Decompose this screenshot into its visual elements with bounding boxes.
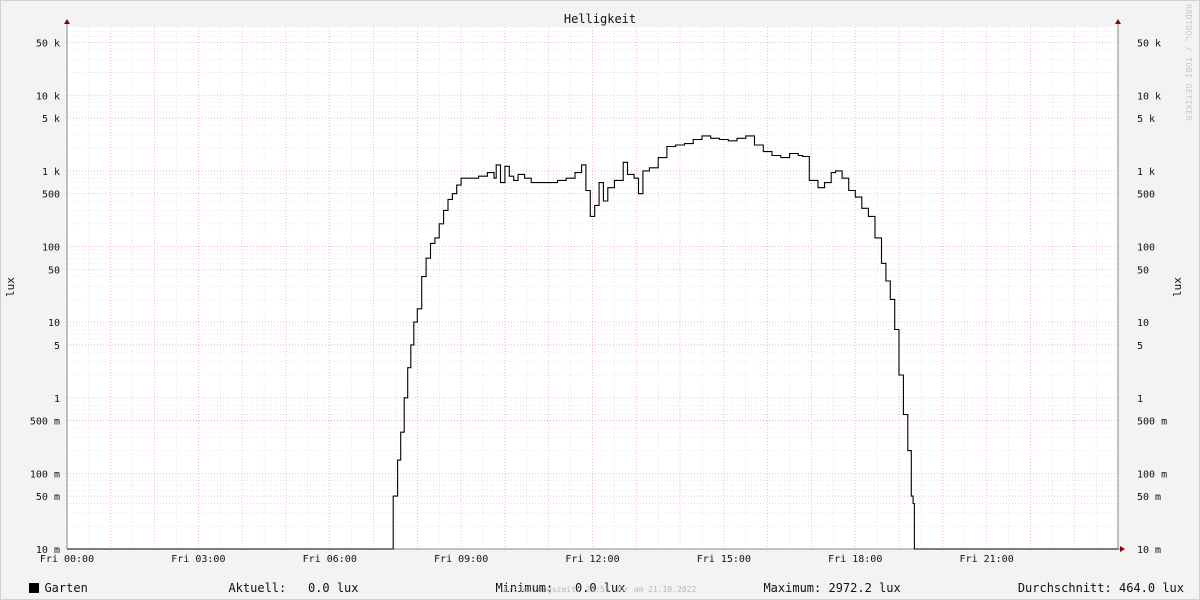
- y-tick-label-left: 10 k: [36, 91, 60, 102]
- y-tick-label-right: 500: [1137, 190, 1155, 201]
- y-tick-label-right: 1 k: [1137, 167, 1155, 178]
- y-tick-label-left: 100: [42, 243, 60, 254]
- y-tick-label-left: 50 k: [36, 38, 60, 49]
- y-tick-label-left: 50: [48, 265, 60, 276]
- x-axis-arrow: [1120, 546, 1125, 552]
- y-tick-label-left: 1 k: [42, 167, 60, 178]
- x-tick-label: Fri 18:00: [828, 554, 882, 565]
- y-axis-arrow-left: [64, 19, 70, 24]
- y-tick-label-right: 50 k: [1137, 38, 1161, 49]
- y-tick-label-right: 1: [1137, 394, 1143, 405]
- y-tick-label-right: 500 m: [1137, 417, 1167, 428]
- y-tick-label-left: 50 m: [36, 492, 60, 503]
- y-tick-label-right: 50: [1137, 265, 1149, 276]
- watermark: RRDTOOL / TOBI OETIKER: [1184, 4, 1193, 121]
- x-tick-label: Fri 00:00: [40, 554, 94, 565]
- y-tick-label-right: 10 m: [1137, 545, 1161, 556]
- y-tick-label-left: 500: [42, 190, 60, 201]
- x-tick-label: Fri 21:00: [960, 554, 1014, 565]
- chart-title: Helligkeit: [564, 12, 636, 26]
- y-axis-label-left: lux: [4, 277, 17, 297]
- x-tick-label: Fri 12:00: [565, 554, 619, 565]
- x-tick-label: Fri 09:00: [434, 554, 488, 565]
- y-tick-label-right: 100 m: [1137, 469, 1167, 480]
- y-tick-label-left: 100 m: [30, 469, 60, 480]
- chart-canvas: 50 k 50 k 10 k 10 k 5 k 5 k 1 k 1 k 500 500 100 100…: [4, 12, 1184, 565]
- x-tick-label: Fri 15:00: [697, 554, 751, 565]
- y-tick-label-right: 10 k: [1137, 91, 1161, 102]
- x-tick-label: Fri 03:00: [171, 554, 225, 565]
- footer-timestamp: Erstellungszeit: 23:55 Uhr am 21.10.2022: [503, 585, 697, 594]
- y-tick-label-right: 50 m: [1137, 492, 1161, 503]
- y-tick-label-left: 10: [48, 318, 60, 329]
- y-axis-label-right: lux: [1171, 277, 1184, 297]
- y-axis-arrow-right: [1115, 19, 1121, 24]
- y-tick-label-left: 5: [54, 341, 60, 352]
- y-tick-label-right: 5 k: [1137, 114, 1155, 125]
- y-tick-label-left: 500 m: [30, 417, 60, 428]
- y-tick-label-left: 1: [54, 394, 60, 405]
- y-tick-label-left: 5 k: [42, 114, 60, 125]
- x-tick-label: Fri 06:00: [303, 554, 357, 565]
- y-tick-label-right: 5: [1137, 341, 1143, 352]
- y-tick-label-right: 100: [1137, 243, 1155, 254]
- y-tick-label-right: 10: [1137, 318, 1149, 329]
